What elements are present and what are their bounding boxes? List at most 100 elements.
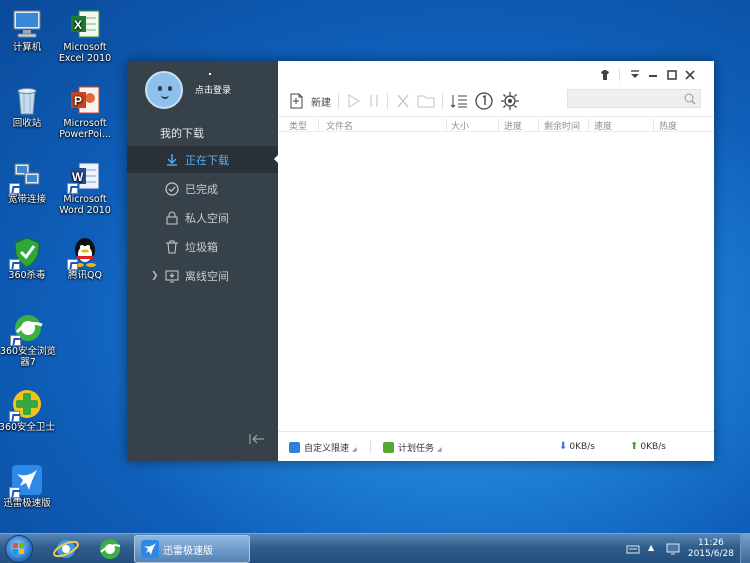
svg-text:X: X xyxy=(74,18,82,32)
windows-logo-icon xyxy=(13,543,24,554)
delete-icon[interactable] xyxy=(392,90,414,112)
computer-icon xyxy=(11,8,43,40)
cloud-screen-icon xyxy=(165,269,179,283)
internet-explorer-icon xyxy=(53,540,79,558)
download-list-panel: 新建 类型 文件名 大小 进度 剩余时间 速度 热度 自定义限速 ◢ 计划任务 … xyxy=(278,61,714,461)
settings-icon[interactable] xyxy=(497,90,523,112)
download-speed-value: 0KB/s xyxy=(569,441,595,452)
360-antivirus-icon xyxy=(9,236,43,270)
desktop-icon-360-guard[interactable]: 360安全卫士 xyxy=(0,388,58,433)
desktop-icon-computer[interactable]: 计算机 xyxy=(0,8,58,53)
taskbar-task-label: 迅雷极速版 xyxy=(163,545,213,557)
upload-speed: ⬆ 0KB/s xyxy=(630,441,666,452)
speed-limit-icon[interactable] xyxy=(471,90,497,112)
desktop-icon-network[interactable]: 宽带连接 xyxy=(0,160,58,205)
sidebar-item-trash[interactable]: 垃圾箱 xyxy=(127,233,278,260)
close-icon[interactable] xyxy=(684,69,696,81)
status-bar: 自定义限速 ◢ 计划任务 ◢ ⬇ 0KB/s ⬆ 0KB/s xyxy=(278,431,714,461)
new-file-icon[interactable] xyxy=(286,90,308,112)
schedule-icon xyxy=(383,442,394,453)
desktop-icon-label: Microsoft Excel 2010 xyxy=(58,42,112,64)
column-header-speed[interactable]: 速度 xyxy=(594,119,612,132)
desktop-icon-powerpoint[interactable]: P Microsoft PowerPoi... xyxy=(54,84,116,140)
keyboard-icon[interactable] xyxy=(626,543,640,555)
speed-limit-icon xyxy=(289,442,300,453)
start-button[interactable] xyxy=(5,535,33,563)
column-header-size[interactable]: 大小 xyxy=(451,119,469,132)
minimize-icon[interactable] xyxy=(647,69,659,81)
download-speed: ⬇ 0KB/s xyxy=(559,441,595,452)
thunder-icon xyxy=(9,464,43,498)
thunder-app-window: 点击登录 我的下载 正在下载 已完成 私人空间 垃圾箱 ❯ 离线空间 新建 类型… xyxy=(127,61,714,461)
folder-icon[interactable] xyxy=(414,90,438,112)
system-clock[interactable]: 11:26 2015/6/28 xyxy=(688,538,734,560)
maximize-icon[interactable] xyxy=(666,69,678,81)
recycle-bin-icon xyxy=(11,84,43,116)
sort-icon[interactable] xyxy=(447,90,471,112)
360-browser-taskbar-button[interactable] xyxy=(90,535,130,563)
sidebar-item-label: 私人空间 xyxy=(185,211,229,225)
down-arrow-icon: ⬇ xyxy=(559,441,568,452)
network-tray-icon[interactable] xyxy=(666,543,680,555)
dropdown-arrow-icon: ◢ xyxy=(352,446,357,453)
column-header-heat[interactable]: 热度 xyxy=(659,119,677,132)
dropdown-arrow-icon: ◢ xyxy=(437,446,442,453)
search-input[interactable] xyxy=(567,89,701,108)
my-downloads-title[interactable]: 我的下载 xyxy=(160,125,204,141)
sidebar-item-label: 离线空间 xyxy=(185,269,229,283)
desktop-icon-label: Microsoft Word 2010 xyxy=(59,194,111,216)
360-guard-icon xyxy=(9,388,43,422)
excel-icon: X xyxy=(69,8,101,40)
sidebar-item-private-space[interactable]: 私人空间 xyxy=(127,204,278,231)
desktop-icon-excel[interactable]: X Microsoft Excel 2010 xyxy=(54,8,116,64)
360-browser-icon xyxy=(100,539,121,559)
column-header-remaining-time[interactable]: 剩余时间 xyxy=(544,119,580,132)
360-browser-icon xyxy=(10,312,44,346)
clock-date: 2015/6/28 xyxy=(687,549,734,559)
desktop-icon-thunder[interactable]: 迅雷极速版 xyxy=(0,464,58,509)
login-link[interactable]: 点击登录 xyxy=(195,83,231,96)
desktop-icon-360-browser[interactable]: 360安全浏览器7 xyxy=(0,312,60,368)
column-header-filename[interactable]: 文件名 xyxy=(326,119,353,132)
check-circle-icon xyxy=(165,181,179,196)
sidebar-item-label: 正在下载 xyxy=(185,153,229,167)
desktop-icon-label: 360杀毒 xyxy=(8,270,46,281)
search-icon[interactable] xyxy=(684,93,696,105)
pause-icon[interactable] xyxy=(365,90,383,112)
speed-limit-dropdown[interactable]: 自定义限速 ◢ xyxy=(289,441,357,454)
show-hidden-icons-icon[interactable]: ▲ xyxy=(648,543,662,555)
ie-taskbar-button[interactable] xyxy=(46,535,86,563)
sidebar: 点击登录 我的下载 正在下载 已完成 私人空间 垃圾箱 ❯ 离线空间 xyxy=(127,61,279,461)
svg-text:P: P xyxy=(74,94,82,108)
network-icon xyxy=(9,160,43,194)
sidebar-item-label: 垃圾箱 xyxy=(185,240,218,254)
skin-icon[interactable] xyxy=(599,69,611,81)
up-arrow-icon: ⬆ xyxy=(630,441,639,452)
desktop-icon-label: 腾讯QQ xyxy=(68,270,102,281)
collapse-sidebar-icon[interactable] xyxy=(249,433,265,445)
column-header-type[interactable]: 类型 xyxy=(289,119,307,132)
show-desktop-button[interactable] xyxy=(740,534,750,563)
new-button[interactable]: 新建 xyxy=(308,90,334,112)
desktop-icon-360-antivirus[interactable]: 360杀毒 xyxy=(0,236,58,281)
schedule-label: 计划任务 xyxy=(398,444,435,454)
download-arrow-icon xyxy=(165,153,179,167)
sidebar-item-completed[interactable]: 已完成 xyxy=(127,175,278,202)
scheduled-task-dropdown[interactable]: 计划任务 ◢ xyxy=(383,441,442,454)
avatar[interactable] xyxy=(145,71,183,109)
desktop-icon-label: 迅雷极速版 xyxy=(3,498,51,509)
menu-icon[interactable] xyxy=(629,69,641,81)
sidebar-item-downloading[interactable]: 正在下载 xyxy=(127,146,279,173)
column-headers: 类型 文件名 大小 进度 剩余时间 速度 热度 xyxy=(278,116,714,132)
upload-speed-value: 0KB/s xyxy=(640,441,666,452)
thunder-taskbar-button[interactable]: 迅雷极速版 xyxy=(134,535,250,563)
play-icon[interactable] xyxy=(343,90,365,112)
desktop-icon-qq[interactable]: 腾讯QQ xyxy=(54,236,116,281)
word-icon: W xyxy=(67,160,101,194)
column-header-progress[interactable]: 进度 xyxy=(504,119,522,132)
status-dot xyxy=(209,73,211,75)
chevron-right-icon[interactable]: ❯ xyxy=(151,271,159,281)
desktop-icon-recycle-bin[interactable]: 回收站 xyxy=(0,84,58,129)
desktop-icon-word[interactable]: W Microsoft Word 2010 xyxy=(54,160,116,216)
sidebar-item-offline-space[interactable]: ❯ 离线空间 xyxy=(127,262,278,289)
